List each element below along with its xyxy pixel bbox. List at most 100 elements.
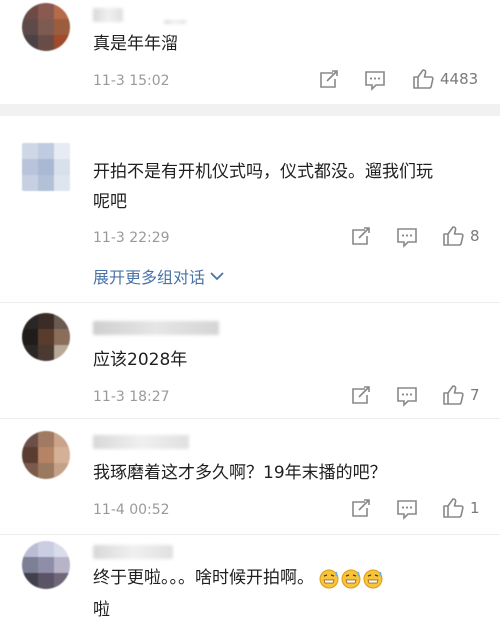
- avatar[interactable]: [22, 431, 70, 479]
- avatar-pixel: [22, 19, 38, 35]
- comment-item: 开拍不是有开机仪式吗，仪式都没。遛我们玩 呢吧 11-3 22:29 8 展开更…: [0, 116, 500, 300]
- share-icon: [352, 386, 370, 404]
- avatar-pixel: [54, 447, 70, 463]
- avatar-pixel: [22, 175, 38, 191]
- thumbs-up-icon: [443, 385, 464, 405]
- avatar-pixel: [22, 329, 38, 345]
- comment-text: 我琢磨着这才多久啊？19年末播的吧？: [93, 463, 387, 483]
- avatar-pixel: [38, 463, 54, 479]
- avatar-pixel: [22, 431, 38, 447]
- share-button[interactable]: [350, 386, 372, 406]
- avatar-pixel: [22, 557, 38, 573]
- avatar-pixel: [38, 19, 54, 35]
- reply-button[interactable]: [396, 499, 418, 520]
- comment-text: 终于更啦。。。啥时候开拍啊。: [93, 564, 384, 593]
- avatar-pixel: [54, 431, 70, 447]
- username-blurred[interactable]: [93, 545, 173, 559]
- avatar-pixel: [22, 447, 38, 463]
- avatar-pixel: [22, 159, 38, 175]
- username-blurred[interactable]: [93, 8, 123, 22]
- avatar-pixel: [38, 35, 54, 51]
- reply-button[interactable]: [364, 70, 386, 91]
- avatar-pixel: [22, 313, 38, 329]
- avatar-pixel: [38, 159, 54, 175]
- comment-item: 应该2028年 11-3 18:27 7: [0, 303, 500, 415]
- username-blurred[interactable]: [93, 435, 189, 449]
- avatar-pixel: [22, 463, 38, 479]
- thumbs-up-icon: [443, 226, 464, 246]
- avatar-pixel: [38, 313, 54, 329]
- avatar-pixel: [54, 3, 70, 19]
- comment-item: 我琢磨着这才多久啊？19年末播的吧？ 11-4 00:52 1: [0, 419, 500, 531]
- avatar-pixel: [54, 573, 70, 589]
- avatar-pixel: [38, 557, 54, 573]
- avatar[interactable]: [22, 313, 70, 361]
- avatar-pixel: [38, 541, 54, 557]
- avatar-pixel: [54, 541, 70, 557]
- avatar-pixel: [22, 345, 38, 361]
- avatar[interactable]: [22, 3, 70, 51]
- comment-text: 应该2028年: [93, 350, 188, 370]
- avatar-pixel: [38, 573, 54, 589]
- avatar-pixel: [54, 143, 70, 159]
- share-icon: [352, 499, 370, 517]
- like-button[interactable]: 7: [442, 384, 480, 406]
- avatar-pixel: [54, 19, 70, 35]
- like-button[interactable]: 1: [442, 497, 480, 519]
- thumbs-up-icon: [413, 69, 434, 89]
- thumbs-up-icon: [443, 498, 464, 518]
- avatar-pixel: [54, 557, 70, 573]
- avatar-pixel: [22, 35, 38, 51]
- share-icon: [320, 70, 338, 88]
- avatar-pixel: [38, 143, 54, 159]
- avatar-pixel: [38, 345, 54, 361]
- comment-text-content: 终于更啦。。。啥时候开拍啊。: [93, 568, 314, 588]
- comment-item: 终于更啦。。。啥时候开拍啊。 啦: [0, 535, 500, 620]
- avatar-pixel: [22, 573, 38, 589]
- username-blurred[interactable]: [93, 321, 219, 335]
- comment-icon: [397, 228, 417, 248]
- comment-text-partial: 啦: [93, 600, 110, 620]
- like-count: 4483: [440, 70, 479, 88]
- like-count: 1: [470, 499, 480, 517]
- comment-icon: [397, 387, 417, 407]
- share-button[interactable]: [350, 499, 372, 519]
- avatar-pixel: [38, 431, 54, 447]
- avatar-pixel: [38, 175, 54, 191]
- avatar[interactable]: [22, 541, 70, 589]
- share-icon: [352, 227, 370, 245]
- username-blurred: [164, 20, 186, 24]
- avatar-pixel: [38, 3, 54, 19]
- grin-emoji-icon: [318, 568, 384, 590]
- reply-button[interactable]: [396, 227, 418, 248]
- comment-icon: [365, 71, 385, 91]
- comment-time: 11-3 18:27: [93, 389, 170, 405]
- avatar-pixel: [54, 313, 70, 329]
- like-count: 8: [470, 227, 480, 245]
- avatar-pixel: [38, 447, 54, 463]
- share-button[interactable]: [350, 227, 372, 247]
- avatar-pixel: [22, 541, 38, 557]
- section-separator: [0, 104, 500, 116]
- comment-text-line2: 呢吧: [93, 192, 127, 212]
- comment-text: 真是年年溜: [93, 34, 178, 54]
- avatar-pixel: [54, 345, 70, 361]
- reply-button[interactable]: [396, 386, 418, 407]
- avatar-pixel: [54, 35, 70, 51]
- comment-time: 11-3 22:29: [93, 230, 170, 246]
- comment-icon: [397, 500, 417, 520]
- avatar-pixel: [22, 143, 38, 159]
- avatar-pixel: [54, 329, 70, 345]
- like-button[interactable]: 8: [442, 225, 480, 247]
- like-button[interactable]: 4483: [412, 68, 478, 90]
- comment-time: 11-4 00:52: [93, 502, 170, 518]
- avatar[interactable]: [22, 143, 70, 191]
- avatar-pixel: [22, 3, 38, 19]
- comment-item: 真是年年溜 11-3 15:02 4483: [0, 0, 500, 104]
- comment-time: 11-3 15:02: [93, 73, 170, 89]
- like-count: 7: [470, 386, 480, 404]
- share-button[interactable]: [318, 70, 340, 90]
- expand-replies-link[interactable]: 展开更多组对话: [93, 264, 225, 288]
- avatar-pixel: [54, 175, 70, 191]
- avatar-pixel: [54, 463, 70, 479]
